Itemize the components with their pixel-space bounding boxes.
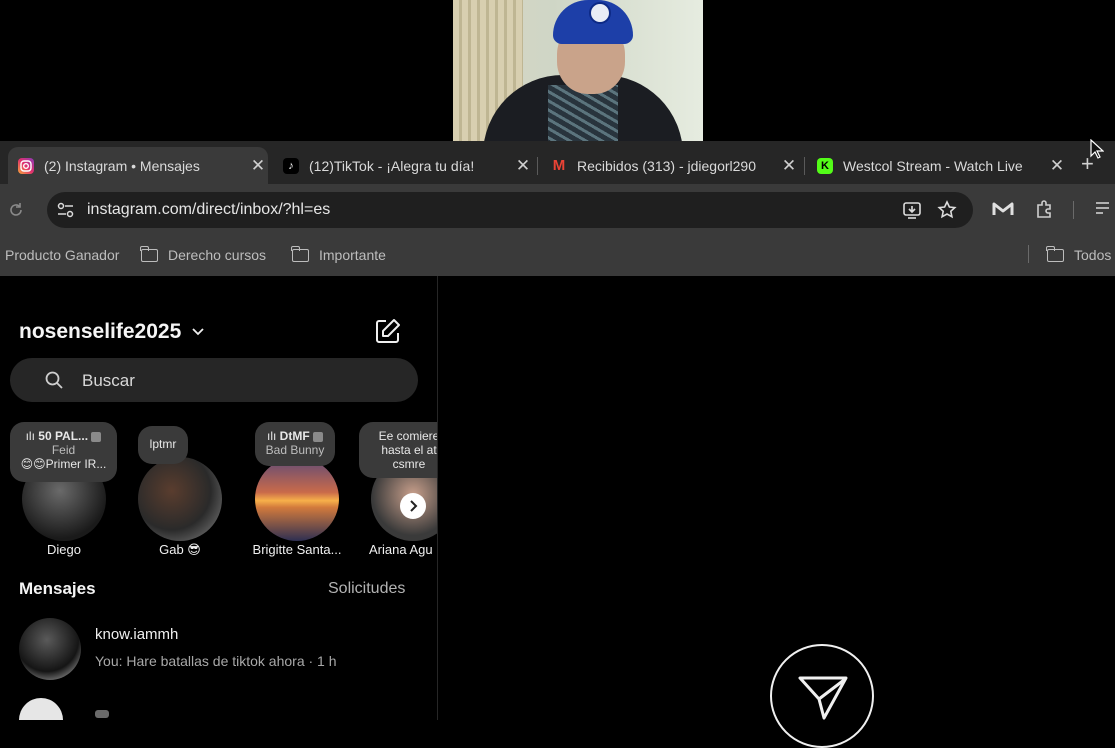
reading-list-icon[interactable] — [1095, 201, 1115, 217]
tab-title: (12)TikTok - ¡Alegra tu día! — [309, 157, 475, 174]
mouse-cursor-icon — [1090, 139, 1104, 159]
instagram-icon — [18, 157, 34, 174]
close-tab-icon[interactable]: ✕ — [513, 156, 533, 176]
bookmark-folder-importante[interactable]: Importante — [291, 234, 386, 276]
story-name: Ariana Agu — [369, 542, 433, 557]
bookmark-label: Producto Ganador — [5, 247, 120, 263]
tab-instagram[interactable]: (2) Instagram • Mensajes ✕ — [8, 147, 268, 184]
tab-title: (2) Instagram • Mensajes — [44, 157, 200, 174]
story-avatar-gab[interactable] — [138, 457, 222, 541]
close-tab-icon[interactable]: ✕ — [248, 156, 268, 176]
conversation-name: know.iammh — [95, 626, 179, 643]
music-bars-icon: ılı — [266, 429, 280, 443]
chevron-down-icon — [192, 328, 204, 336]
toolbar: instagram.com/direct/inbox/?hl=es — [0, 184, 1115, 234]
conversation-avatar — [19, 618, 81, 680]
note-artist: Bad Bunny — [265, 443, 325, 457]
search-placeholder: Buscar — [82, 371, 135, 390]
bookmark-label: Todos — [1074, 247, 1112, 263]
gmail-icon: M — [552, 157, 566, 174]
browser-chrome: (2) Instagram • Mensajes ✕ ♪ (12)TikTok … — [0, 141, 1115, 276]
folder-icon — [1046, 245, 1064, 262]
explicit-icon — [91, 431, 102, 442]
tab-kick[interactable]: K Westcol Stream - Watch Live ✕ — [817, 147, 1067, 184]
tab-title: Recibidos (313) - jdiegorl290 — [577, 157, 756, 174]
conversation-preview: You: Hare batallas de tiktok ahora · 1 h — [95, 653, 337, 669]
bookmark-label: Derecho cursos — [168, 247, 267, 263]
note-song-title: 50 PAL... — [38, 429, 89, 443]
bookmark-label: Importante — [319, 247, 386, 263]
install-app-icon[interactable] — [902, 200, 922, 220]
note-artist: Feid — [51, 443, 76, 457]
inbox-sidebar: nosenselife2025 Buscar Diego ılı 50 PAL.… — [0, 276, 438, 720]
address-bar[interactable]: instagram.com/direct/inbox/?hl=es — [47, 192, 973, 228]
account-switcher[interactable]: nosenselife2025 — [19, 320, 205, 344]
tab-gmail[interactable]: M Recibidos (313) - jdiegorl290 ✕ — [551, 147, 799, 184]
close-tab-icon[interactable]: ✕ — [1047, 156, 1067, 176]
kick-icon: K — [817, 157, 833, 174]
story-name: Gab 😎 — [159, 542, 201, 557]
tab-tiktok[interactable]: ♪ (12)TikTok - ¡Alegra tu día! ✕ — [283, 147, 533, 184]
all-bookmarks-folder[interactable]: Todos — [1046, 234, 1112, 276]
note-text: lptmr — [149, 437, 177, 451]
username: nosenselife2025 — [19, 320, 182, 343]
note-song-title: DtMF — [279, 429, 310, 443]
music-bars-icon: ılı — [25, 429, 39, 443]
extension-m-icon[interactable] — [992, 200, 1014, 218]
close-tab-icon[interactable]: ✕ — [779, 156, 799, 176]
bookmark-producto-ganador[interactable]: Producto Ganador — [5, 234, 119, 276]
reload-icon[interactable] — [8, 202, 24, 218]
chevron-right-icon — [410, 500, 418, 512]
note-bubble-gab[interactable]: lptmr — [138, 426, 188, 464]
search-icon — [45, 371, 63, 389]
requests-link[interactable]: Solicitudes — [328, 580, 405, 598]
bookmark-star-icon[interactable] — [937, 200, 957, 220]
url-text: instagram.com/direct/inbox/?hl=es — [87, 201, 331, 218]
search-input[interactable]: Buscar — [10, 358, 418, 402]
tiktok-icon: ♪ — [283, 157, 299, 174]
messages-heading: Mensajes — [19, 579, 96, 598]
folder-icon — [140, 245, 158, 262]
folder-icon — [291, 245, 309, 262]
conversation-name — [95, 710, 109, 718]
direct-message-icon — [770, 644, 874, 748]
note-bubble-diego[interactable]: ılı 50 PAL... Feid 😊😊Primer IR... — [10, 422, 117, 482]
bookmark-folder-derecho[interactable]: Derecho cursos — [140, 234, 267, 276]
conversation-pane — [438, 276, 1115, 748]
story-avatar-brigitte[interactable] — [255, 457, 339, 541]
note-text: 😊😊Primer IR... — [20, 457, 107, 471]
next-stories-button[interactable] — [400, 493, 426, 519]
tab-strip: (2) Instagram • Mensajes ✕ ♪ (12)TikTok … — [0, 141, 1115, 184]
extensions-puzzle-icon[interactable] — [1034, 199, 1054, 219]
tab-title: Westcol Stream - Watch Live — [843, 157, 1023, 174]
new-message-icon[interactable] — [374, 318, 401, 345]
note-bubble-ariana[interactable]: Ee comiere hasta el at csmre — [359, 422, 438, 478]
story-name: Brigitte Santa... — [252, 542, 342, 557]
explicit-icon — [313, 431, 323, 442]
story-name: Diego — [47, 542, 81, 557]
note-text: Ee comiere hasta el at csmre — [378, 429, 438, 471]
webcam-video — [453, 0, 703, 141]
conversation-avatar[interactable] — [19, 698, 63, 720]
site-settings-icon[interactable] — [57, 202, 75, 218]
note-bubble-brigitte[interactable]: ılı DtMF Bad Bunny — [255, 422, 335, 466]
